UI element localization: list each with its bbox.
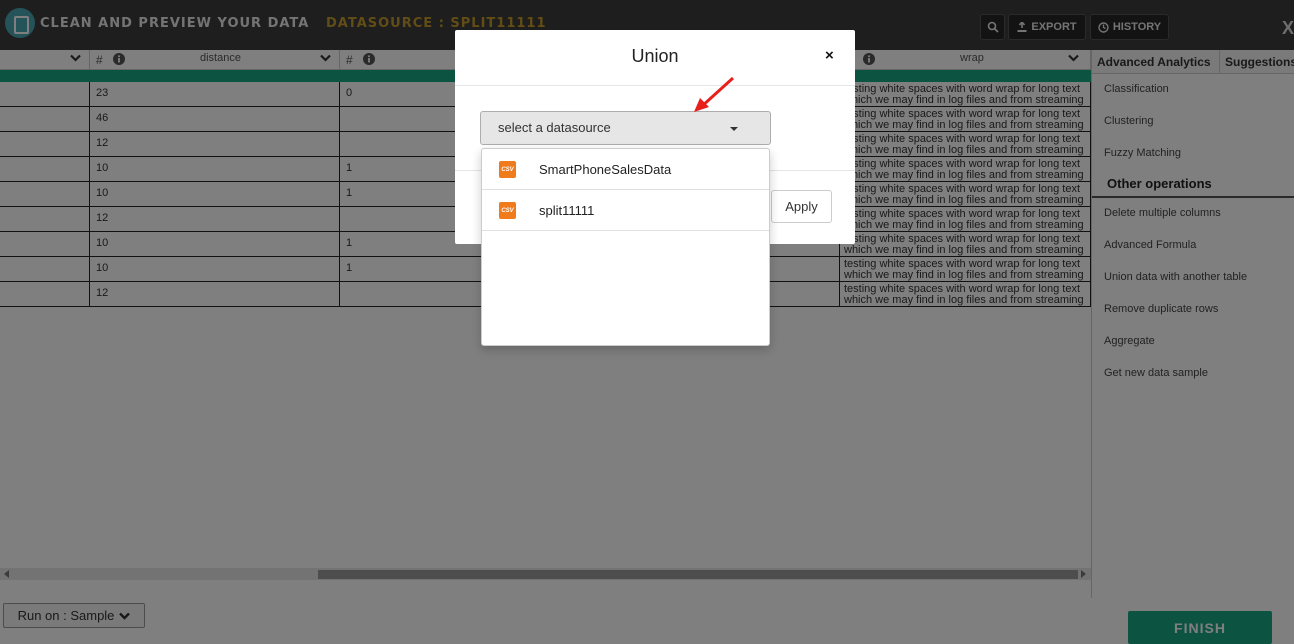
datasource-dropdown: CSV SmartPhoneSalesData CSV split11111 xyxy=(481,148,770,346)
csv-file-icon: CSV xyxy=(499,202,516,219)
close-icon[interactable]: × xyxy=(825,47,834,64)
dropdown-option[interactable]: CSV split11111 xyxy=(482,190,769,231)
dialog-title: Union xyxy=(631,46,679,66)
datasource-select[interactable]: select a datasource xyxy=(480,111,771,145)
annotation-arrow-icon xyxy=(694,76,735,112)
select-placeholder: select a datasource xyxy=(498,120,611,135)
dropdown-option[interactable]: CSV SmartPhoneSalesData xyxy=(482,149,769,190)
caret-down-icon xyxy=(730,127,738,131)
apply-button[interactable]: Apply xyxy=(771,190,832,223)
option-label: split11111 xyxy=(539,203,595,218)
option-label: SmartPhoneSalesData xyxy=(539,162,672,177)
csv-file-icon: CSV xyxy=(499,161,516,178)
divider xyxy=(455,85,855,86)
